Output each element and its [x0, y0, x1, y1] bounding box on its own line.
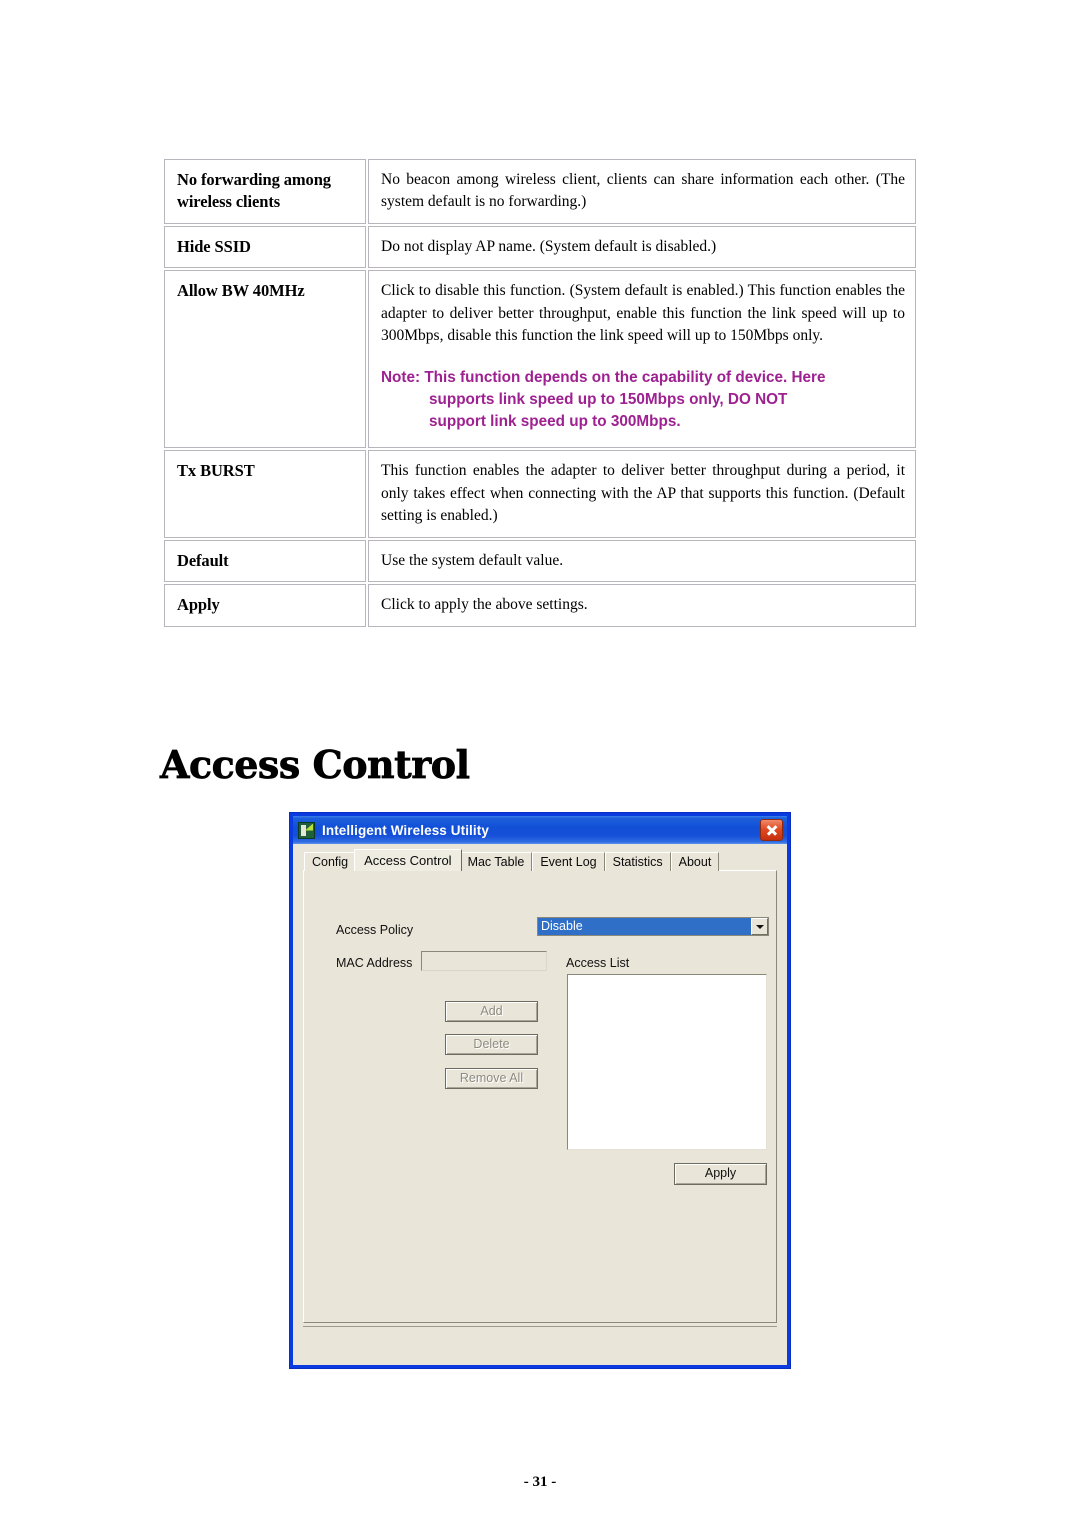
mac-address-label: MAC Address	[336, 956, 413, 970]
table-row: Apply Click to apply the above settings.	[164, 584, 916, 627]
row-desc-apply: Click to apply the above settings.	[368, 584, 916, 627]
access-policy-select[interactable]: Disable	[537, 917, 769, 936]
window-body: Config Access Control Mac Table Event Lo…	[293, 844, 787, 1365]
row-desc-tx-burst: This function enables the adapter to del…	[368, 450, 916, 538]
row-desc-allow-bw-40mhz: Click to disable this function. (System …	[368, 270, 916, 449]
table-row: No forwarding among wireless clients No …	[164, 159, 916, 224]
note-line-1: Note: This function depends on the capab…	[381, 368, 826, 386]
access-policy-value: Disable	[538, 918, 751, 935]
tab-strip: Config Access Control Mac Table Event Lo…	[299, 849, 781, 871]
access-list-box[interactable]	[567, 974, 767, 1150]
window-titlebar: Intelligent Wireless Utility	[293, 816, 787, 844]
table-row: Tx BURST This function enables the adapt…	[164, 450, 916, 538]
row-label-hide-ssid: Hide SSID	[164, 225, 366, 269]
mac-address-input[interactable]	[421, 951, 547, 971]
row-desc-default: Use the system default value.	[368, 539, 916, 583]
row-desc-hide-ssid: Do not display AP name. (System default …	[368, 225, 916, 269]
table-row: Hide SSID Do not display AP name. (Syste…	[164, 225, 916, 269]
row-label-apply: Apply	[164, 584, 366, 627]
row-label-tx-burst: Tx BURST	[164, 450, 366, 538]
tab-mac-table[interactable]: Mac Table	[459, 852, 533, 871]
access-control-pane: Access Policy Disable MAC Address Access…	[303, 870, 777, 1323]
feature-description-table: No forwarding among wireless clients No …	[162, 157, 918, 629]
tab-about[interactable]: About	[670, 852, 720, 871]
window-title: Intelligent Wireless Utility	[322, 822, 489, 838]
tab-event-log[interactable]: Event Log	[532, 852, 605, 871]
delete-button[interactable]: Delete	[445, 1034, 538, 1055]
apply-button[interactable]: Apply	[674, 1163, 767, 1185]
allow-bw-description: Click to disable this function. (System …	[381, 282, 905, 345]
access-policy-label: Access Policy	[336, 923, 414, 937]
chevron-down-icon[interactable]	[751, 918, 768, 935]
row-label-no-forwarding: No forwarding among wireless clients	[164, 159, 366, 224]
table-row: Allow BW 40MHz Click to disable this fun…	[164, 270, 916, 449]
page-number: - 31 -	[523, 1474, 557, 1490]
access-list-label: Access List	[566, 956, 630, 970]
note-line-3: support link speed up to 300Mbps.	[429, 413, 681, 431]
remove-all-button[interactable]: Remove All	[445, 1068, 538, 1089]
wireless-utility-window: Intelligent Wireless Utility Config Acce…	[289, 812, 791, 1369]
tab-config[interactable]: Config	[304, 852, 357, 871]
row-desc-no-forwarding: No beacon among wireless client, clients…	[368, 159, 916, 224]
allow-bw-note: Note: This function depends on the capab…	[381, 367, 905, 434]
note-line-2: supports link speed up to 150Mbps only, …	[429, 390, 788, 408]
tab-access-control[interactable]: Access Control	[354, 849, 462, 871]
close-icon[interactable]	[760, 819, 783, 841]
wireless-app-icon	[298, 821, 315, 839]
tab-statistics[interactable]: Statistics	[604, 852, 671, 871]
row-label-default: Default	[164, 539, 366, 583]
row-label-allow-bw-40mhz: Allow BW 40MHz	[164, 270, 366, 449]
add-button[interactable]: Add	[445, 1001, 538, 1022]
table-row: Default Use the system default value.	[164, 539, 916, 583]
page-title: Access Control	[160, 742, 471, 788]
window-status-pane	[303, 1326, 777, 1359]
